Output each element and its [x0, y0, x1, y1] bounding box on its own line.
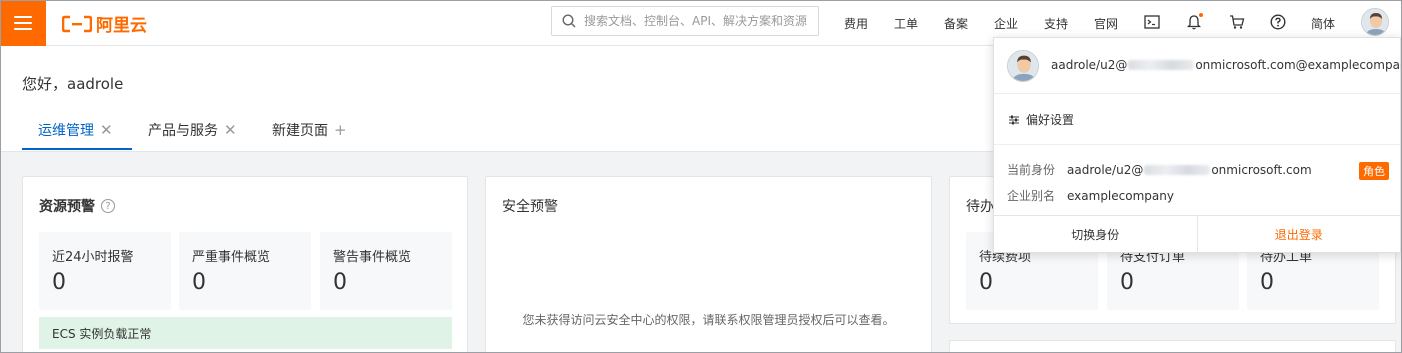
stat-label: 严重事件概览: [192, 250, 271, 265]
current-identity-suffix: onmicrosoft.com: [1211, 162, 1312, 177]
security-alert-card: 安全预警 您未获得访问云安全中心的权限，请联系权限管理员授权后可以查看。: [485, 176, 932, 353]
nav-enterprise[interactable]: 企业: [994, 15, 1018, 32]
switch-identity-button[interactable]: 切换身份: [994, 216, 1197, 253]
nav-language[interactable]: 简体: [1311, 15, 1335, 32]
terminal-icon[interactable]: [1143, 13, 1161, 31]
dropdown-footer: 切换身份 退出登录: [994, 215, 1400, 253]
active-tab-indicator: [22, 148, 132, 150]
dropdown-avatar: [1007, 50, 1039, 82]
stat-value: 0: [1260, 270, 1274, 295]
aliyun-logo-icon: [62, 15, 92, 32]
help-icon[interactable]: ?: [101, 199, 115, 213]
aliyun-logo[interactable]: 阿里云: [62, 11, 147, 36]
current-identity-prefix: aadrole/u2@: [1067, 162, 1144, 177]
search-box[interactable]: [551, 6, 819, 36]
help-icon[interactable]: [1269, 13, 1287, 31]
add-tab-icon[interactable]: +: [334, 121, 347, 139]
stat-value: 0: [1120, 270, 1134, 295]
dropdown-user-info: aadrole/u2@ onmicrosoft.com@examplecompa…: [994, 38, 1402, 94]
nav-support[interactable]: 支持: [1044, 15, 1068, 32]
redacted-email: [1128, 60, 1195, 70]
divider: [994, 144, 1400, 145]
stat-value: 0: [333, 270, 347, 295]
tab-new-page[interactable]: 新建页面 +: [272, 120, 347, 140]
tab-label: 运维管理: [38, 123, 94, 139]
cart-icon[interactable]: [1228, 13, 1246, 31]
logo-text: 阿里云: [96, 16, 147, 36]
close-tab-icon[interactable]: ✕: [224, 121, 237, 139]
stat-value: 0: [52, 270, 66, 295]
no-permission-message: 您未获得访问云安全中心的权限，请联系权限管理员授权后可以查看。: [522, 313, 895, 327]
next-card: [949, 340, 1396, 353]
resource-alert-card: 资源预警 ? 近24小时报警 0 严重事件概览 0 警告事件概览 0 ECS 实…: [22, 176, 468, 353]
account-dropdown: aadrole/u2@ onmicrosoft.com@examplecompa…: [993, 37, 1402, 253]
stat-label: 近24小时报警: [52, 250, 134, 265]
alias-value: examplecompany: [1067, 188, 1174, 203]
current-identity-label: 当前身份: [1007, 163, 1056, 177]
stat-value: 0: [979, 270, 993, 295]
search-input[interactable]: [584, 14, 810, 28]
stat-label: 警告事件概览: [333, 250, 412, 265]
user-avatar[interactable]: [1361, 8, 1389, 36]
search-icon: [562, 14, 576, 28]
preferences-menu-item[interactable]: 偏好设置: [1008, 111, 1074, 128]
greeting-text: 您好，aadrole: [22, 75, 124, 93]
todo-title: 待办: [966, 199, 994, 215]
alias-row: 企业别名 examplecompany: [1007, 187, 1174, 204]
nav-icp[interactable]: 备案: [944, 15, 968, 32]
menu-icon[interactable]: [0, 0, 46, 46]
ecs-status-bar: ECS 实例负载正常: [39, 317, 452, 349]
account-prefix: aadrole/u2@: [1051, 58, 1128, 72]
nav-ticket[interactable]: 工单: [894, 15, 918, 32]
stat-alarms-24h[interactable]: 近24小时报警 0: [39, 232, 171, 310]
current-identity-row: 当前身份 aadrole/u2@ onmicrosoft.com: [1007, 161, 1312, 178]
preferences-label: 偏好设置: [1026, 113, 1075, 127]
notification-dot: [1199, 13, 1203, 17]
stat-critical-events[interactable]: 严重事件概览 0: [179, 232, 311, 310]
account-suffix: onmicrosoft.com@examplecompany: [1195, 58, 1402, 72]
account-name: aadrole/u2@ onmicrosoft.com@examplecompa…: [1051, 58, 1402, 72]
logout-button[interactable]: 退出登录: [1196, 216, 1401, 253]
bell-icon[interactable]: [1185, 13, 1203, 31]
nav-website[interactable]: 官网: [1094, 15, 1118, 32]
tab-label: 产品与服务: [148, 123, 218, 139]
role-badge: 角色: [1359, 162, 1389, 180]
stat-value: 0: [192, 270, 206, 295]
nav-fees[interactable]: 费用: [844, 15, 868, 32]
stat-warning-events[interactable]: 警告事件概览 0: [320, 232, 452, 310]
redacted-email: [1144, 164, 1211, 175]
alias-label: 企业别名: [1007, 189, 1056, 203]
tab-ops-management[interactable]: 运维管理 ✕: [38, 120, 113, 140]
sliders-icon: [1009, 115, 1019, 124]
close-tab-icon[interactable]: ✕: [100, 121, 113, 139]
tab-label: 新建页面: [272, 123, 328, 139]
resource-alert-title: 资源预警 ?: [39, 196, 115, 216]
card-title-text: 资源预警: [39, 199, 95, 215]
security-alert-title: 安全预警: [502, 199, 558, 215]
tab-products-services[interactable]: 产品与服务 ✕: [148, 120, 237, 140]
